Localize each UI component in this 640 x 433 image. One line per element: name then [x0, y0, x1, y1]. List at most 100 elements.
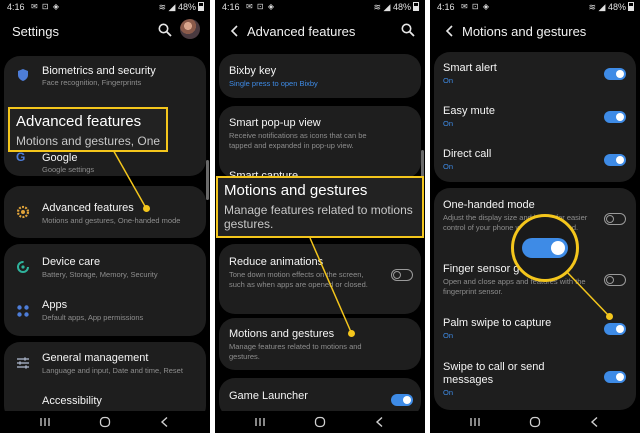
item-title: Google: [42, 152, 78, 164]
smart-alert-toggle[interactable]: [604, 68, 626, 80]
back-nav-icon[interactable]: [158, 416, 172, 428]
battery-icon: [198, 2, 204, 11]
item-easy-mute[interactable]: Easy mute On: [434, 95, 636, 138]
reduce-animations-card: Reduce animations Tone down motion effec…: [219, 244, 421, 314]
item-title: General management: [42, 352, 149, 364]
item-subtitle: Open and close apps and features with th…: [443, 277, 586, 296]
scrollbar[interactable]: [206, 160, 209, 200]
google-icon: G: [16, 150, 26, 164]
wifi-icon: ≋: [588, 2, 597, 12]
settings-item-general-management[interactable]: General management Language and input, D…: [4, 342, 206, 384]
notification-icons: ✉ ⊡ ◈: [31, 2, 61, 11]
item-subtitle: On: [443, 119, 454, 128]
notification-icons: ✉ ⊡ ◈: [461, 2, 491, 11]
item-title: Easy mute: [443, 105, 495, 117]
home-icon[interactable]: [313, 416, 327, 428]
item-subtitle: Default apps, App permissions: [42, 313, 144, 322]
motions-card-1: Smart alert On Easy mute On Direct call …: [434, 52, 636, 182]
search-icon[interactable]: [158, 23, 172, 37]
wifi-icon: ≋: [373, 2, 382, 12]
item-direct-call[interactable]: Direct call On: [434, 138, 636, 182]
direct-call-toggle[interactable]: [604, 154, 626, 166]
back-nav-icon[interactable]: [588, 416, 602, 428]
app-header: Advanced features: [215, 14, 425, 48]
item-swipe-to-call[interactable]: Swipe to call or send messages On: [434, 352, 636, 410]
item-subtitle: On: [443, 162, 454, 171]
one-handed-mode-toggle[interactable]: [604, 213, 626, 225]
settings-item-biometrics[interactable]: Biometrics and security Face recognition…: [4, 56, 206, 96]
recents-icon[interactable]: [38, 416, 52, 428]
callout-advanced-features: Advanced features Motions and gestures, …: [8, 107, 168, 152]
item-bixby-key[interactable]: Bixby key Single press to open Bixby: [219, 54, 421, 98]
item-motions-and-gestures[interactable]: Motions and gestures Manage features rel…: [219, 318, 421, 370]
sliders-icon: [17, 357, 29, 369]
item-smart-alert[interactable]: Smart alert On: [434, 52, 636, 95]
settings-item-apps[interactable]: Apps Default apps, App permissions: [4, 290, 206, 336]
battery-icon: [628, 2, 634, 11]
item-title: Palm swipe to capture: [443, 317, 552, 329]
back-nav-icon[interactable]: [373, 416, 387, 428]
item-title: One-handed mode: [443, 199, 535, 211]
item-title: Advanced features: [42, 202, 134, 214]
battery-percent: 48%: [607, 2, 626, 12]
callout-target-dot: [606, 313, 613, 320]
gear-plus-icon: [16, 205, 30, 219]
callout-motions-gestures: Motions and gestures Manage features rel…: [216, 176, 424, 238]
device-care-icon: [17, 261, 29, 273]
avatar[interactable]: [180, 19, 200, 39]
signal-icon: ◢: [383, 2, 391, 12]
app-header: Settings: [0, 14, 210, 48]
item-reduce-animations[interactable]: Reduce animations Tone down motion effec…: [219, 244, 421, 314]
item-subtitle: On: [443, 388, 454, 397]
item-subtitle: Motions and gestures, One-handed mode: [42, 216, 181, 225]
motions-card: Motions and gestures Manage features rel…: [219, 318, 421, 370]
status-time: 4:16: [437, 2, 455, 12]
settings-item-device-care[interactable]: Device care Battery, Storage, Memory, Se…: [4, 244, 206, 290]
toggle-zoom-callout: [511, 214, 579, 282]
callout-title: Advanced features: [16, 113, 142, 130]
zoomed-toggle-on: [522, 238, 568, 258]
item-subtitle: Manage features related to motions and g…: [229, 342, 362, 361]
item-subtitle: On: [443, 76, 454, 85]
item-subtitle: Tone down motion effects on the screen, …: [229, 270, 368, 289]
item-title: Biometrics and security: [42, 65, 156, 77]
item-title: Reduce animations: [229, 256, 324, 268]
item-title: Accessibility: [42, 395, 102, 407]
item-title: Motions and gestures: [229, 328, 335, 340]
battery-icon: [413, 2, 419, 11]
swipe-to-call-toggle[interactable]: [604, 371, 626, 383]
item-subtitle: Google settings: [42, 165, 95, 174]
item-smart-popup-view[interactable]: Smart pop-up view Receive notifications …: [219, 106, 421, 166]
nav-bar: [215, 411, 425, 433]
back-arrow-icon[interactable]: [229, 24, 241, 38]
home-icon[interactable]: [98, 416, 112, 428]
reduce-animations-toggle[interactable]: [391, 269, 413, 281]
callout-target-dot: [348, 330, 355, 337]
shield-icon: [18, 69, 28, 81]
search-icon[interactable]: [401, 23, 415, 37]
app-header: Motions and gestures: [430, 14, 640, 48]
page-title: Motions and gestures: [462, 24, 587, 39]
settings-item-accessibility[interactable]: Accessibility: [4, 384, 206, 414]
easy-mute-toggle[interactable]: [604, 111, 626, 123]
back-arrow-icon[interactable]: [444, 24, 456, 38]
nav-bar: [430, 411, 640, 433]
wifi-icon: ≋: [158, 2, 167, 12]
recents-icon[interactable]: [468, 416, 482, 428]
apps-grid-icon: [17, 305, 29, 317]
item-title: Game Launcher: [229, 390, 308, 402]
finger-sensor-toggle[interactable]: [604, 274, 626, 286]
home-icon[interactable]: [528, 416, 542, 428]
status-time: 4:16: [222, 2, 240, 12]
palm-swipe-toggle[interactable]: [604, 323, 626, 335]
signal-icon: ◢: [598, 2, 606, 12]
bixby-card: Bixby key Single press to open Bixby: [219, 54, 421, 98]
battery-percent: 48%: [392, 2, 411, 12]
item-subtitle: Single press to open Bixby: [229, 79, 318, 88]
callout-subtitle: Motions and gestures, One: [16, 134, 161, 148]
recents-icon[interactable]: [253, 416, 267, 428]
settings-item-advanced-features[interactable]: Advanced features Motions and gestures, …: [4, 186, 206, 238]
status-time: 4:16: [7, 2, 25, 12]
game-launcher-toggle[interactable]: [391, 394, 413, 406]
item-subtitle: Battery, Storage, Memory, Security: [42, 270, 158, 279]
